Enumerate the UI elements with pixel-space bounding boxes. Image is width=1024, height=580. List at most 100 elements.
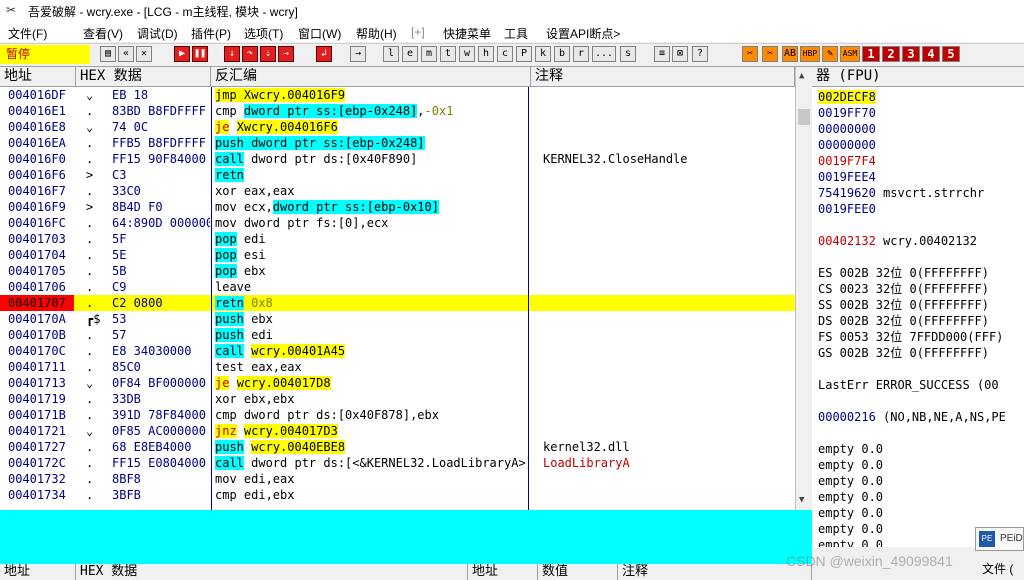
register-line[interactable]: LastErr ERROR_SUCCESS (00 [818,377,999,393]
register-line[interactable]: 002DECF8 [818,89,876,105]
disasm-row[interactable]: 00401704. 5E pop esi [0,247,795,263]
register-line[interactable]: 0019FEE0 [818,201,876,217]
menu-plus[interactable]: [+] [411,25,425,39]
disasm-row[interactable]: 00401706. C9 leave [0,279,795,295]
menu-window[interactable]: 窗口(W) [298,25,341,42]
stack-header-comment[interactable]: 注释 [618,564,812,580]
disasm-row[interactable]: 0040170A ┏$ 53 push ebx [0,311,795,327]
plugin-5[interactable]: 5 [942,46,960,62]
register-line[interactable]: empty 0.0 [818,505,883,521]
plugin-1[interactable]: 1 [862,46,880,62]
register-line[interactable]: 0019FF70 [818,105,876,121]
menu-options[interactable]: 选项(T) [244,25,283,42]
plugin-icon-3[interactable]: ✎ [822,46,838,62]
header-hex[interactable]: HEX 数据 [76,67,211,87]
register-line[interactable]: 00000216 (NO,NB,NE,A,NS,PE [818,409,1006,425]
step-over-icon[interactable]: ↷ [242,46,258,62]
register-line[interactable]: empty 0.0 [818,441,883,457]
register-line[interactable]: 0019F7F4 [818,153,876,169]
tool-m[interactable]: m [421,46,437,62]
trace-into-icon[interactable]: ⇣ [260,46,276,62]
register-line[interactable]: 75419620 msvcrt.strrchr [818,185,984,201]
dump-header-address[interactable]: 地址 [0,564,76,580]
menu-debug[interactable]: 调试(D) [137,25,178,42]
register-line[interactable]: SS 002B 32位 0(FFFFFFFF) [818,297,989,313]
register-line[interactable]: 00402132 wcry.00402132 [818,233,977,249]
disasm-row[interactable]: 00401703. 5F pop edi [0,231,795,247]
stack-header-address[interactable]: 地址 [468,564,538,580]
tool-l[interactable]: l [383,46,399,62]
disasm-row[interactable]: 00401727. 68 E8EB4000 push wcry.0040EBE8 ke… [0,439,795,455]
plugin-ab[interactable]: AB [782,46,798,62]
plugin-4[interactable]: 4 [922,46,940,62]
plugin-icon-2[interactable]: ✂ [762,46,778,62]
disasm-row[interactable]: 00401734. 3BFB cmp edi,ebx [0,487,795,503]
disasm-row[interactable]: 0040171B. 391D 78F84000 cmp dword ptr ds:[… [0,407,795,423]
scroll-up-icon[interactable]: ▲ [799,71,804,81]
disasm-row[interactable]: 00401713 ⌄ 0F84 BF000000 je wcry.004017D8 [0,375,795,391]
register-line[interactable]: empty 0.0 [818,473,883,489]
list-icon[interactable]: ≡ [654,46,670,62]
register-line[interactable]: CS 0023 32位 0(FFFFFFFF) [818,281,989,297]
restart-icon[interactable]: « [118,46,134,62]
header-disasm[interactable]: 反汇编 [211,67,531,87]
register-line[interactable]: FS 0053 32位 7FFDD000(FFF) [818,329,1003,345]
goto-icon[interactable]: → [350,46,366,62]
tool-w[interactable]: w [459,46,475,62]
dump-header-hex[interactable]: HEX 数据 [76,564,468,580]
stack-header-value[interactable]: 数值 [538,564,618,580]
disasm-row[interactable]: 004016E1. 83BD B8FDFFFF cmp dword ptr ss:[… [0,103,795,119]
header-registers[interactable]: 器 (FPU) [812,67,1024,87]
tool-r[interactable]: r [573,46,589,62]
disasm-row[interactable]: 004016EA. FFB5 B8FDFFFF push dword ptr ss:… [0,135,795,151]
disasm-row[interactable]: 004016F0. FF15 90F84000 call dword ptr ds:… [0,151,795,167]
step-into-icon[interactable]: ↓ [224,46,240,62]
register-line[interactable]: 0019FEE4 [818,169,876,185]
header-address[interactable]: 地址 [0,67,76,87]
tool-P[interactable]: P [516,46,532,62]
help-icon[interactable]: ? [692,46,708,62]
disasm-row[interactable]: 00401732. 8BF8 mov edi,eax [0,471,795,487]
tool-k[interactable]: k [535,46,551,62]
disasm-scrollbar[interactable]: ▲ ▼ [795,67,812,510]
tool-b[interactable]: b [554,46,570,62]
menu-plugins[interactable]: 插件(P) [191,25,231,42]
tool-s[interactable]: s [620,46,636,62]
execute-till-return-icon[interactable]: ↲ [316,46,332,62]
window-icon[interactable]: ⊠ [672,46,688,62]
register-line[interactable]: 00000000 [818,137,876,153]
disasm-row[interactable]: 004016F9 >8B4D F0 mov ecx,dword ptr ss:[eb… [0,199,795,215]
disasm-row[interactable]: 004016F7. 33C0 xor eax,eax [0,183,795,199]
menu-tools[interactable]: 工具 [504,25,528,42]
disasm-row[interactable]: 00401711. 85C0 test eax,eax [0,359,795,375]
disasm-row[interactable]: 00401707. C2 0800 retn 0x8 [0,295,795,311]
disasm-row[interactable]: 00401705. 5B pop ebx [0,263,795,279]
peid-popup[interactable]: PE PEiD [975,527,1024,551]
run-icon[interactable]: ▶ [174,46,190,62]
disasm-row[interactable]: 0040170B. 57 push edi [0,327,795,343]
register-line[interactable]: 00000000 [818,121,876,137]
disassembly-pane[interactable]: 004016DF ⌄ EB 18 jmp Xwcry.004016F9 004016E1… [0,87,795,510]
header-comment[interactable]: 注释 [531,67,795,87]
tool-c[interactable]: c [497,46,513,62]
disasm-row[interactable]: 00401719. 33DB xor ebx,ebx [0,391,795,407]
plugin-asm[interactable]: ASM [840,46,860,62]
register-line[interactable]: empty 0.0 [818,521,883,537]
tool-t[interactable]: t [440,46,456,62]
register-line[interactable]: GS 002B 32位 0(FFFFFFFF) [818,345,989,361]
disasm-row[interactable]: 0040172C. FF15 E0804000 call dword ptr ds:… [0,455,795,471]
disasm-row[interactable]: 004016F6 > C3 retn [0,167,795,183]
plugin-2[interactable]: 2 [882,46,900,62]
scroll-thumb[interactable] [798,109,810,125]
trace-over-icon[interactable]: ⇢ [278,46,294,62]
register-line[interactable]: DS 002B 32位 0(FFFFFFFF) [818,313,989,329]
menu-view[interactable]: 查看(V) [83,25,123,42]
disasm-row[interactable]: 004016E8 ⌄ 74 0C je Xwcry.004016F6 [0,119,795,135]
menu-file[interactable]: 文件(F) [8,25,47,42]
registers-pane[interactable]: 002DECF8 0019FF70 00000000 00000000 0019F7F4… [812,87,1024,547]
plugin-icon-1[interactable]: ✂ [742,46,758,62]
disasm-row[interactable]: 0040170C. E8 34030000 call wcry.00401A45 [0,343,795,359]
tool-h[interactable]: h [478,46,494,62]
tool-e[interactable]: e [402,46,418,62]
menu-shortcut[interactable]: 快捷菜单 [443,25,491,42]
